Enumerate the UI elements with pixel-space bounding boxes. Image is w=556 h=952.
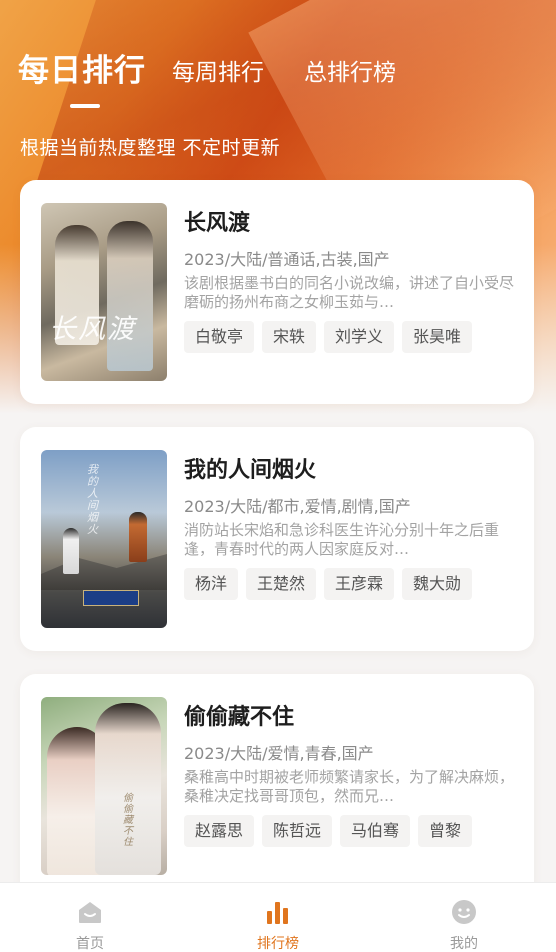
cast-tag[interactable]: 白敬亭 — [184, 321, 255, 353]
show-poster[interactable]: 长风渡 — [41, 203, 167, 381]
poster-title: 我的人间烟火 — [87, 463, 98, 536]
cast-tag[interactable]: 刘学义 — [324, 321, 395, 353]
cast-tag[interactable]: 王彦霖 — [324, 568, 395, 600]
cast-tag[interactable]: 马伯骞 — [340, 815, 411, 847]
cast-tag[interactable]: 王楚然 — [246, 568, 317, 600]
bottom-navigation: 首页 排行榜 我的 — [0, 882, 556, 952]
show-card[interactable]: 偷偷藏不住 偷偷藏不住 2023/大陆/爱情,青春,国产 桑稚高中时期被老师频繁… — [20, 674, 534, 898]
show-card[interactable]: 我的人间烟火 我的人间烟火 2023/大陆/都市,爱情,剧情,国产 消防站长宋焰… — [20, 427, 534, 651]
show-description: 消防站长宋焰和急诊科医生许沁分别十年之后重逢，青春时代的两人因家庭反对… — [184, 521, 500, 558]
nav-ranking-label: 排行榜 — [257, 936, 299, 952]
nav-home[interactable]: 首页 — [30, 883, 150, 952]
nav-profile-label: 我的 — [450, 936, 478, 952]
cast-tag[interactable]: 曾黎 — [418, 815, 473, 847]
show-card[interactable]: 长风渡 长风渡 2023/大陆/普通话,古装,国产 该剧根据墨书白的同名小说改编… — [20, 180, 534, 404]
cast-tags: 赵露思 陈哲远 马伯骞 曾黎 — [184, 815, 480, 847]
ranking-tabs: 每日排行 每周排行 总排行榜 — [18, 40, 396, 108]
tab-weekly-ranking[interactable]: 每周排行 — [172, 53, 264, 87]
show-meta: 2023/大陆/普通话,古装,国产 — [184, 250, 390, 269]
cast-tags: 杨洋 王楚然 王彦霖 魏大勋 — [184, 568, 480, 600]
show-title: 偷偷藏不住 — [184, 705, 295, 730]
poster-title: 偷偷藏不住 — [123, 793, 133, 848]
ranking-subtitle: 根据当前热度整理 不定时更新 — [20, 137, 281, 159]
nav-home-label: 首页 — [76, 936, 104, 952]
tab-overall-ranking[interactable]: 总排行榜 — [304, 53, 396, 87]
poster-title: 长风渡 — [49, 314, 136, 345]
nav-profile[interactable]: 我的 — [404, 883, 524, 952]
show-meta: 2023/大陆/爱情,青春,国产 — [184, 744, 374, 763]
cast-tags: 白敬亭 宋轶 刘学义 张昊唯 — [184, 321, 480, 353]
cast-tag[interactable]: 宋轶 — [262, 321, 317, 353]
cast-tag[interactable]: 杨洋 — [184, 568, 239, 600]
show-poster[interactable]: 我的人间烟火 — [41, 450, 167, 628]
bar-chart-icon — [267, 902, 288, 924]
show-meta: 2023/大陆/都市,爱情,剧情,国产 — [184, 497, 411, 516]
show-description: 桑稚高中时期被老师频繁请家长，为了解决麻烦，桑稚决定找哥哥顶包，然而兄… — [184, 768, 514, 805]
cast-tag[interactable]: 陈哲远 — [262, 815, 333, 847]
show-title: 长风渡 — [184, 211, 251, 236]
tab-daily-ranking[interactable]: 每日排行 — [18, 45, 146, 108]
cast-tag[interactable]: 赵露思 — [184, 815, 255, 847]
cast-tag[interactable]: 魏大勋 — [402, 568, 473, 600]
profile-icon — [452, 900, 476, 924]
nav-ranking[interactable]: 排行榜 — [218, 883, 338, 952]
cast-tag[interactable]: 张昊唯 — [402, 321, 473, 353]
home-icon — [79, 902, 101, 923]
show-description: 该剧根据墨书白的同名小说改编，讲述了自小受尽磨砺的扬州布商之女柳玉茹与… — [184, 274, 514, 311]
show-title: 我的人间烟火 — [184, 458, 317, 483]
show-poster[interactable]: 偷偷藏不住 — [41, 697, 167, 875]
